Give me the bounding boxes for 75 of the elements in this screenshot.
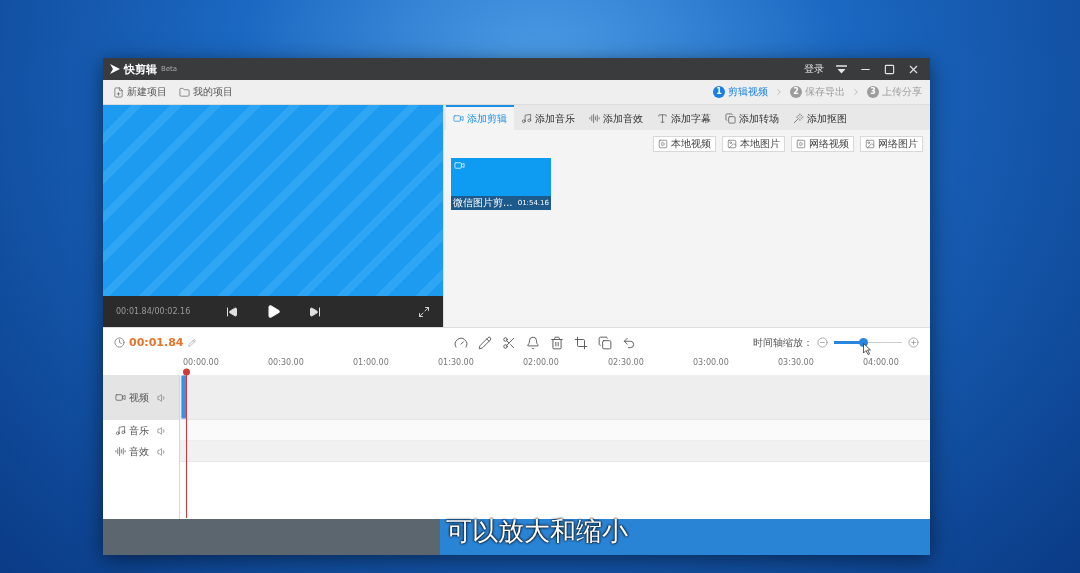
- ruler-label: 02:30.00: [608, 359, 644, 367]
- clock-icon: [114, 337, 125, 348]
- music-note-icon: [521, 113, 532, 124]
- import-button[interactable]: 网络图片: [860, 136, 923, 152]
- tab[interactable]: 添加转场: [718, 105, 786, 130]
- track-label: 音乐: [129, 425, 149, 436]
- video-camera-icon: [453, 113, 464, 124]
- login-button[interactable]: 登录: [804, 64, 824, 74]
- tab[interactable]: 添加音乐: [514, 105, 582, 130]
- ruler-label: 00:30.00: [268, 359, 304, 367]
- playback-time: 00:01.84/00:02.16: [116, 307, 192, 316]
- copy-icon[interactable]: [598, 335, 612, 350]
- step-label[interactable]: 剪辑视频: [728, 87, 768, 97]
- video-file-icon: [796, 139, 806, 149]
- dropdown-icon[interactable]: [836, 64, 847, 74]
- fullscreen-icon[interactable]: [418, 305, 430, 318]
- maximize-icon[interactable]: [884, 63, 895, 75]
- bell-icon[interactable]: [526, 335, 540, 350]
- speaker-icon[interactable]: [157, 446, 167, 457]
- clip-name: 微信图片剪...: [453, 198, 513, 208]
- ruler-label: 01:30.00: [438, 359, 474, 367]
- undo-icon[interactable]: [622, 335, 636, 350]
- import-button[interactable]: 本地视频: [653, 136, 716, 152]
- ruler-label: 03:30.00: [778, 359, 814, 367]
- track-header[interactable]: 音效: [103, 441, 180, 462]
- zoom-label: 时间轴缩放：: [753, 337, 813, 348]
- wand-icon: [793, 113, 804, 124]
- step-number: 1: [713, 86, 725, 98]
- trash-icon[interactable]: [550, 335, 564, 350]
- track-header[interactable]: 视频: [103, 375, 180, 420]
- import-button[interactable]: 本地图片: [722, 136, 785, 152]
- gauge-icon[interactable]: [454, 335, 468, 350]
- scissors-icon[interactable]: [502, 335, 516, 350]
- image-icon: [727, 139, 737, 149]
- new-file-icon: [113, 86, 124, 98]
- next-icon[interactable]: [308, 305, 321, 318]
- clip-block[interactable]: [181, 375, 187, 419]
- music-note-icon: [115, 425, 126, 436]
- ruler-label: 03:00.00: [693, 359, 729, 367]
- chevron-icon: [851, 87, 861, 97]
- folder-icon: [179, 86, 190, 98]
- speaker-icon[interactable]: [157, 425, 167, 436]
- video-file-icon: [658, 139, 668, 149]
- ruler-label: 02:00.00: [523, 359, 559, 367]
- track-label: 音效: [129, 446, 149, 457]
- ruler-label: 00:00.00: [183, 359, 219, 367]
- playhead-marker[interactable]: [182, 368, 191, 518]
- sound-wave-icon: [589, 113, 600, 124]
- ruler-label: 01:00.00: [353, 359, 389, 367]
- text-icon: [657, 113, 668, 124]
- track-header[interactable]: 音乐: [103, 420, 180, 441]
- subtitle-caption: 可以放大和缩小: [446, 518, 628, 544]
- tab[interactable]: 添加字幕: [650, 105, 718, 130]
- previous-icon[interactable]: [225, 305, 238, 318]
- chevron-icon: [774, 87, 784, 97]
- ruler-label: 04:00.00: [863, 359, 899, 367]
- track-label: 视频: [129, 392, 149, 403]
- video-camera-icon: [115, 392, 126, 403]
- logo-icon: [110, 64, 120, 74]
- crop-icon[interactable]: [574, 335, 588, 350]
- import-button[interactable]: 网络视频: [791, 136, 854, 152]
- sound-wave-icon: [115, 446, 126, 457]
- current-time: 00:01.84: [129, 337, 184, 348]
- copy-icon: [725, 113, 736, 124]
- video-camera-icon: [454, 160, 465, 171]
- step-number: 2: [790, 86, 802, 98]
- pencil-icon[interactable]: [478, 335, 492, 350]
- app-title: 快剪辑: [124, 63, 157, 75]
- tab[interactable]: 添加音效: [582, 105, 650, 130]
- play-icon[interactable]: [265, 304, 281, 319]
- my-projects-button[interactable]: 我的项目: [179, 86, 233, 98]
- image-icon: [865, 139, 875, 149]
- new-project-button[interactable]: 新建项目: [113, 86, 167, 98]
- step-number: 3: [867, 86, 879, 98]
- tab[interactable]: 添加抠图: [786, 105, 854, 130]
